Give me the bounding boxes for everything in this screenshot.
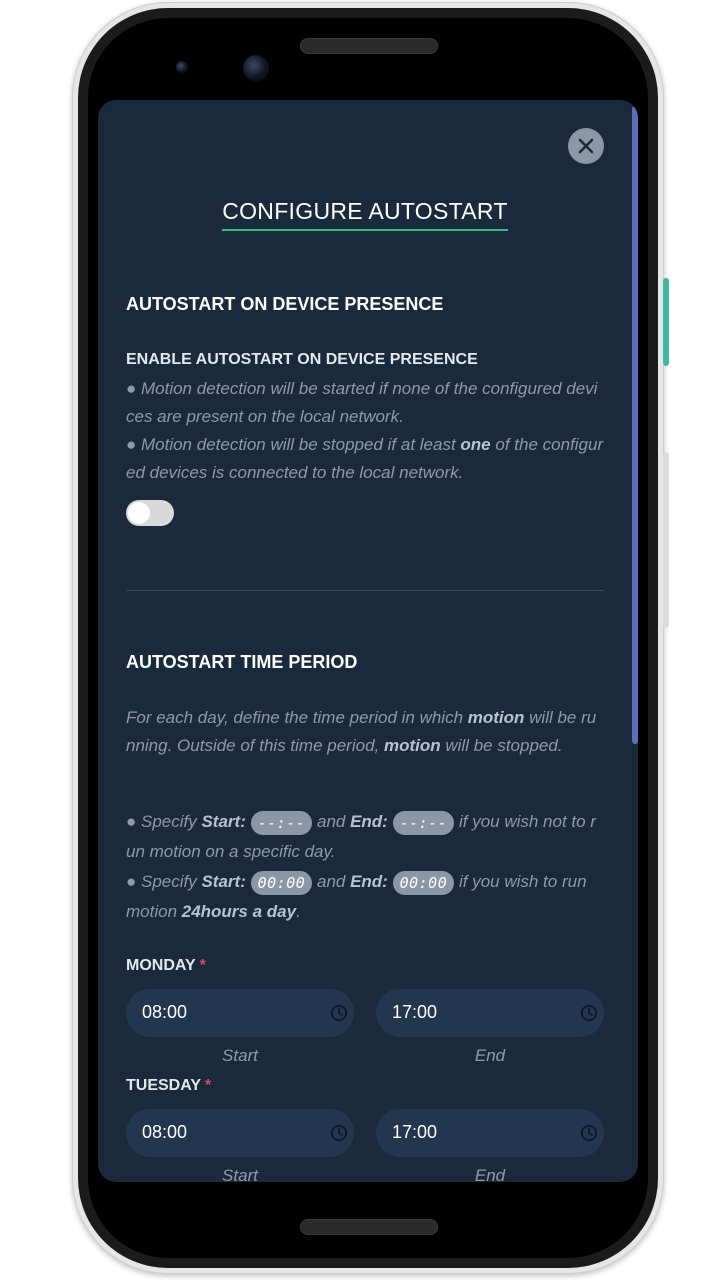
- empty-time-pill: --:--: [392, 810, 455, 835]
- volume-button: [663, 452, 669, 628]
- scrollbar[interactable]: [632, 106, 638, 744]
- instruction-text: and: [312, 812, 351, 831]
- top-speaker: [300, 38, 438, 54]
- clock-icon[interactable]: [580, 1124, 598, 1142]
- day-label-monday: MONDAY *: [126, 957, 206, 975]
- instruction-text: ● Specify: [126, 812, 202, 831]
- monday-end-caption: End: [474, 1046, 506, 1065]
- intro-text: will be stopped.: [440, 736, 563, 755]
- day-name: TUESDAY: [126, 1077, 201, 1094]
- presence-bullet-stop: ● Motion detection will be stopped if at…: [126, 431, 604, 487]
- required-marker: *: [204, 1077, 212, 1094]
- day-name: MONDAY: [126, 957, 196, 974]
- instruction-text: ● Specify: [126, 872, 202, 891]
- instruction-text: .: [296, 902, 301, 921]
- monday-start-caption: Start: [222, 1046, 258, 1065]
- full-time-pill: 00:00: [392, 870, 455, 895]
- clock-icon[interactable]: [330, 1124, 348, 1142]
- close-button[interactable]: [568, 128, 604, 164]
- required-marker: *: [199, 957, 206, 974]
- empty-time-pill: --:--: [250, 810, 313, 835]
- presence-description: ● Motion detection will be started if no…: [126, 375, 604, 487]
- intro-text: For each day, define the time period in …: [126, 708, 468, 727]
- period-instructions: ● Specify Start: --:-- and End: --:-- if…: [126, 807, 604, 927]
- time-value: 08:00: [142, 1122, 188, 1142]
- bullet-text: ● Motion detection will be stopped if at…: [126, 435, 461, 454]
- tuesday-start-input[interactable]: 08:00: [126, 1109, 354, 1157]
- tuesday-start-caption: Start: [222, 1166, 258, 1182]
- bottom-speaker: [300, 1219, 438, 1235]
- start-label: Start:: [201, 872, 246, 891]
- tuesday-end-caption: End: [474, 1166, 506, 1182]
- period-section-heading: AUTOSTART TIME PERIOD: [126, 652, 358, 672]
- time-value: 17:00: [392, 1002, 438, 1022]
- instruction-disable-day: ● Specify Start: --:-- and End: --:-- if…: [126, 807, 604, 867]
- title-wrapper: CONFIGURE AUTOSTART: [98, 198, 632, 231]
- time-value: 08:00: [142, 1002, 188, 1022]
- intro-emphasis: motion: [383, 736, 441, 755]
- time-value: 17:00: [392, 1122, 438, 1142]
- start-label: Start:: [201, 812, 246, 831]
- monday-end-input[interactable]: 17:00: [376, 989, 604, 1037]
- instruction-emphasis: 24hours a day: [181, 902, 297, 921]
- bullet-emphasis: one: [460, 435, 491, 454]
- instruction-text: and: [312, 872, 351, 891]
- presence-autostart-toggle[interactable]: [126, 500, 174, 526]
- tuesday-end-input[interactable]: 17:00: [376, 1109, 604, 1157]
- close-icon: [578, 138, 594, 154]
- modal-title: CONFIGURE AUTOSTART: [222, 198, 508, 231]
- monday-start-input[interactable]: 08:00: [126, 989, 354, 1037]
- clock-icon[interactable]: [580, 1004, 598, 1022]
- day-label-tuesday: TUESDAY *: [126, 1077, 211, 1095]
- period-intro: For each day, define the time period in …: [126, 704, 604, 760]
- clock-icon[interactable]: [330, 1004, 348, 1022]
- toggle-knob: [128, 502, 150, 524]
- instruction-full-day: ● Specify Start: 00:00 and End: 00:00 if…: [126, 867, 604, 927]
- intro-emphasis: motion: [467, 708, 525, 727]
- power-button: [663, 278, 669, 366]
- end-label: End:: [350, 872, 388, 891]
- presence-toggle-label: ENABLE AUTOSTART ON DEVICE PRESENCE: [126, 351, 478, 368]
- front-camera: [243, 55, 269, 81]
- full-time-pill: 00:00: [250, 870, 313, 895]
- configure-autostart-modal: CONFIGURE AUTOSTART AUTOSTART ON DEVICE …: [98, 100, 638, 1182]
- front-sensor: [176, 61, 188, 73]
- presence-section-heading: AUTOSTART ON DEVICE PRESENCE: [126, 294, 444, 314]
- end-label: End:: [350, 812, 388, 831]
- presence-bullet-start: ● Motion detection will be started if no…: [126, 379, 598, 426]
- section-divider: [126, 590, 604, 591]
